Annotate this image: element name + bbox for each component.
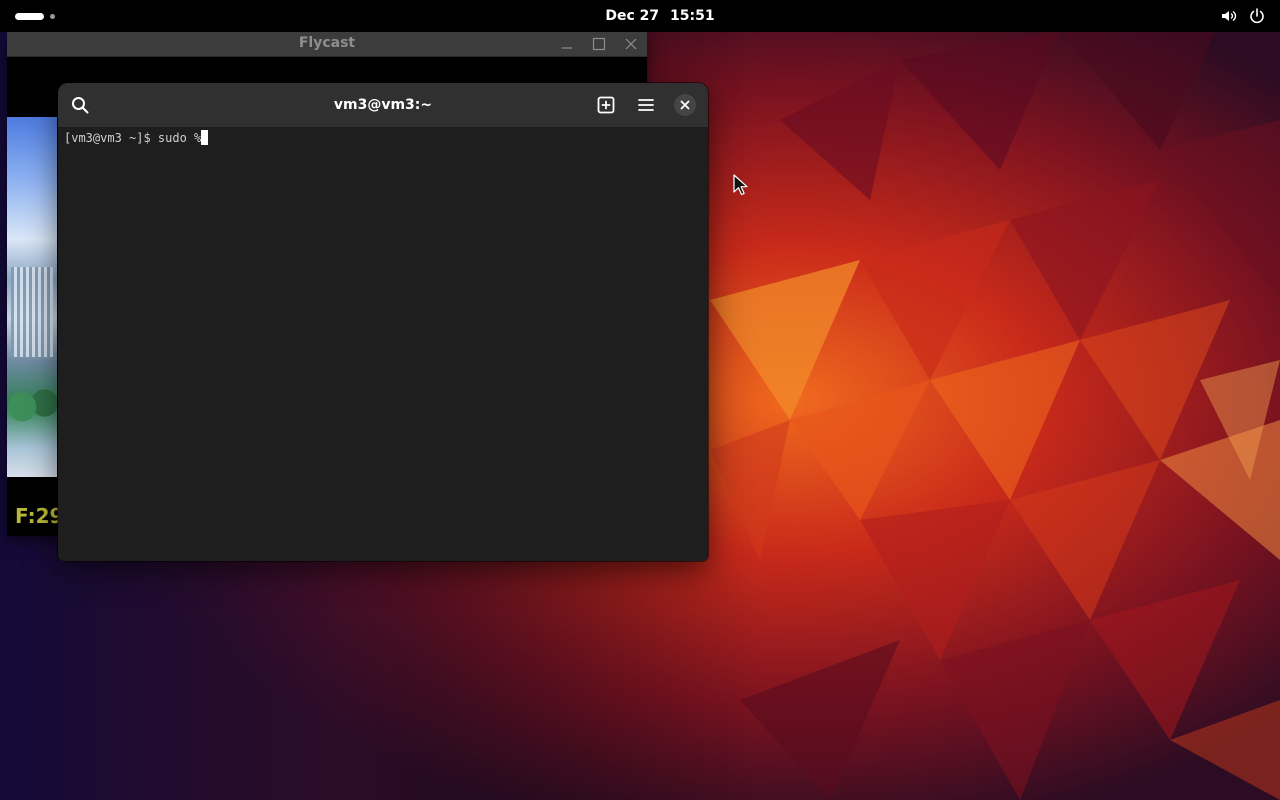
activities-button[interactable] bbox=[15, 10, 60, 22]
power-icon[interactable] bbox=[1248, 7, 1266, 25]
text-cursor bbox=[201, 130, 209, 145]
top-bar: Dec 27 15:51 bbox=[0, 0, 1280, 32]
minimize-icon[interactable] bbox=[559, 36, 575, 52]
close-icon[interactable] bbox=[674, 94, 696, 116]
speaker-icon[interactable] bbox=[1220, 7, 1238, 25]
search-icon[interactable] bbox=[68, 93, 92, 117]
fps-counter: F:29 bbox=[15, 504, 64, 528]
clock-time: 15:51 bbox=[670, 8, 715, 24]
terminal-title: vm3@vm3:~ bbox=[333, 97, 433, 113]
shell-prompt: [vm3@vm3 ~]$ bbox=[64, 131, 158, 145]
system-tray[interactable] bbox=[1220, 7, 1266, 25]
hamburger-menu-icon[interactable] bbox=[634, 93, 658, 117]
clock[interactable]: Dec 27 15:51 bbox=[560, 0, 760, 32]
flycast-title: Flycast bbox=[298, 35, 356, 51]
close-icon[interactable] bbox=[623, 36, 639, 52]
workspace-indicator-icon bbox=[15, 13, 44, 20]
workspace-dot-icon bbox=[50, 14, 55, 19]
terminal-output[interactable]: [vm3@vm3 ~]$ sudo % bbox=[58, 128, 708, 561]
command-input[interactable]: sudo % bbox=[158, 131, 201, 145]
maximize-icon[interactable] bbox=[591, 36, 607, 52]
terminal-headerbar[interactable]: vm3@vm3:~ bbox=[58, 83, 708, 128]
flycast-titlebar[interactable]: Flycast bbox=[7, 31, 647, 57]
command-line[interactable]: [vm3@vm3 ~]$ sudo % bbox=[64, 130, 209, 146]
terminal-window[interactable]: vm3@vm3:~ [vm3@vm3 ~]$ sudo % bbox=[58, 83, 708, 561]
clock-date: Dec 27 bbox=[605, 8, 660, 24]
game-viewport[interactable] bbox=[7, 117, 57, 477]
mouse-pointer-icon bbox=[733, 174, 748, 196]
new-tab-icon[interactable] bbox=[594, 93, 618, 117]
